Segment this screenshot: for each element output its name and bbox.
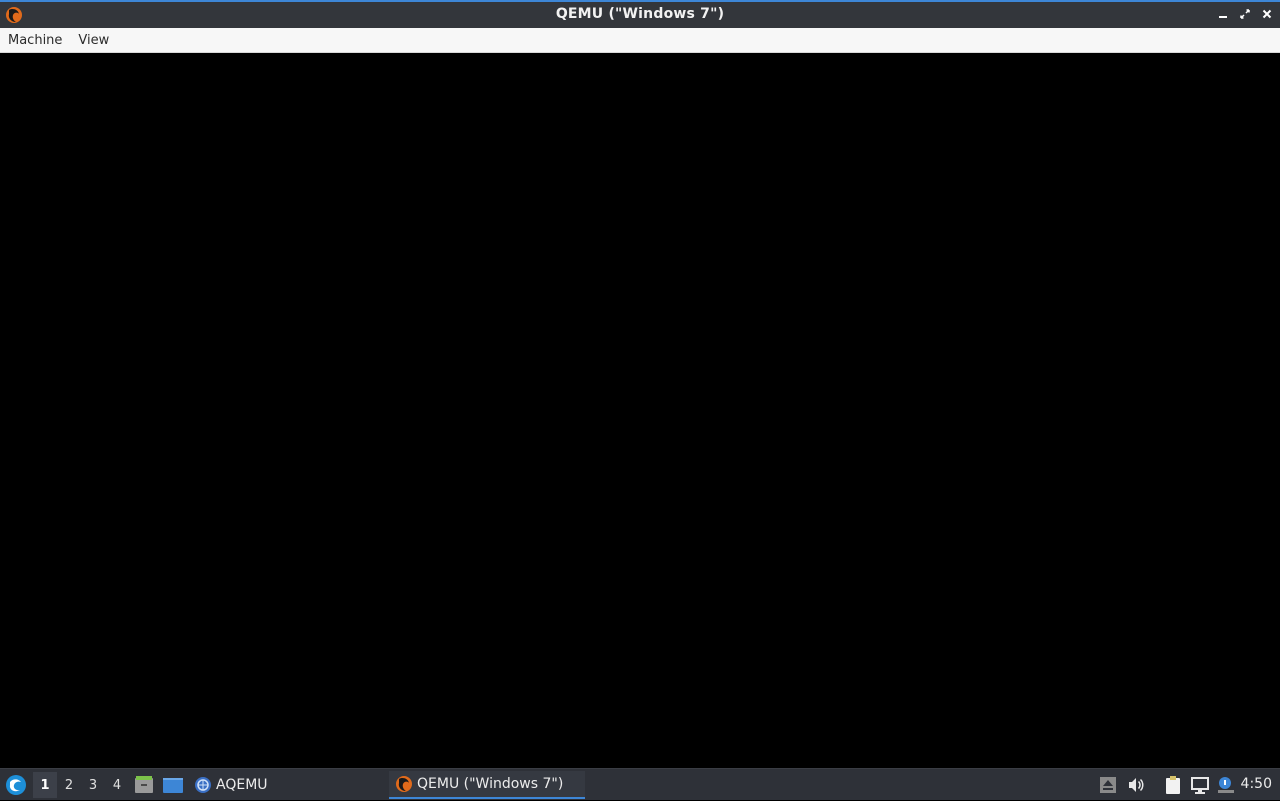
aqemu-icon xyxy=(195,777,211,793)
desktop-1[interactable]: 1 xyxy=(33,772,57,798)
minimize-button[interactable] xyxy=(1216,7,1230,21)
network-icon xyxy=(1191,777,1209,794)
tray-clipboard-button[interactable] xyxy=(1163,775,1183,795)
clock[interactable]: 4:50 xyxy=(1241,776,1272,792)
desktop-2[interactable]: 2 xyxy=(57,772,81,798)
close-button[interactable] xyxy=(1260,7,1274,21)
minimize-icon xyxy=(1219,16,1227,18)
vm-display[interactable] xyxy=(0,53,1280,768)
desktop-4[interactable]: 4 xyxy=(105,772,129,798)
menu-view[interactable]: View xyxy=(72,30,115,51)
desktop-3[interactable]: 3 xyxy=(81,772,105,798)
taskbar: 1 2 3 4 AQEMU QEMU ("Windows 7") 4:50 xyxy=(0,768,1280,800)
qemu-icon xyxy=(396,776,412,792)
restore-icon xyxy=(1240,9,1250,19)
task-aqemu[interactable]: AQEMU xyxy=(194,771,268,799)
maximize-button[interactable] xyxy=(1238,7,1252,21)
tray-volume-button[interactable] xyxy=(1126,775,1146,795)
volume-icon xyxy=(1129,778,1144,792)
tray-network-button[interactable] xyxy=(1190,775,1210,795)
menubar: Machine View xyxy=(0,28,1280,53)
notification-icon xyxy=(1218,777,1234,793)
eject-icon xyxy=(1100,777,1116,793)
task-qemu-windows7[interactable]: QEMU ("Windows 7") xyxy=(389,771,585,799)
menu-machine[interactable]: Machine xyxy=(2,30,68,51)
file-manager-launcher[interactable] xyxy=(133,774,155,796)
lxqt-logo-icon xyxy=(6,775,26,795)
desktop-switcher: 1 2 3 4 xyxy=(33,772,129,798)
file-manager-icon xyxy=(135,776,153,793)
tray-notification-button[interactable] xyxy=(1216,775,1236,795)
clipboard-icon xyxy=(1166,776,1180,794)
desktop-icon xyxy=(163,778,183,793)
task-label: AQEMU xyxy=(216,777,268,793)
task-label: QEMU ("Windows 7") xyxy=(417,776,564,792)
start-menu-button[interactable] xyxy=(4,773,28,797)
tray-eject-button[interactable] xyxy=(1098,775,1118,795)
show-desktop-launcher[interactable] xyxy=(162,774,184,796)
window-title: QEMU ("Windows 7") xyxy=(555,6,725,22)
window-titlebar[interactable]: QEMU ("Windows 7") xyxy=(0,0,1280,28)
close-icon xyxy=(1262,9,1272,19)
